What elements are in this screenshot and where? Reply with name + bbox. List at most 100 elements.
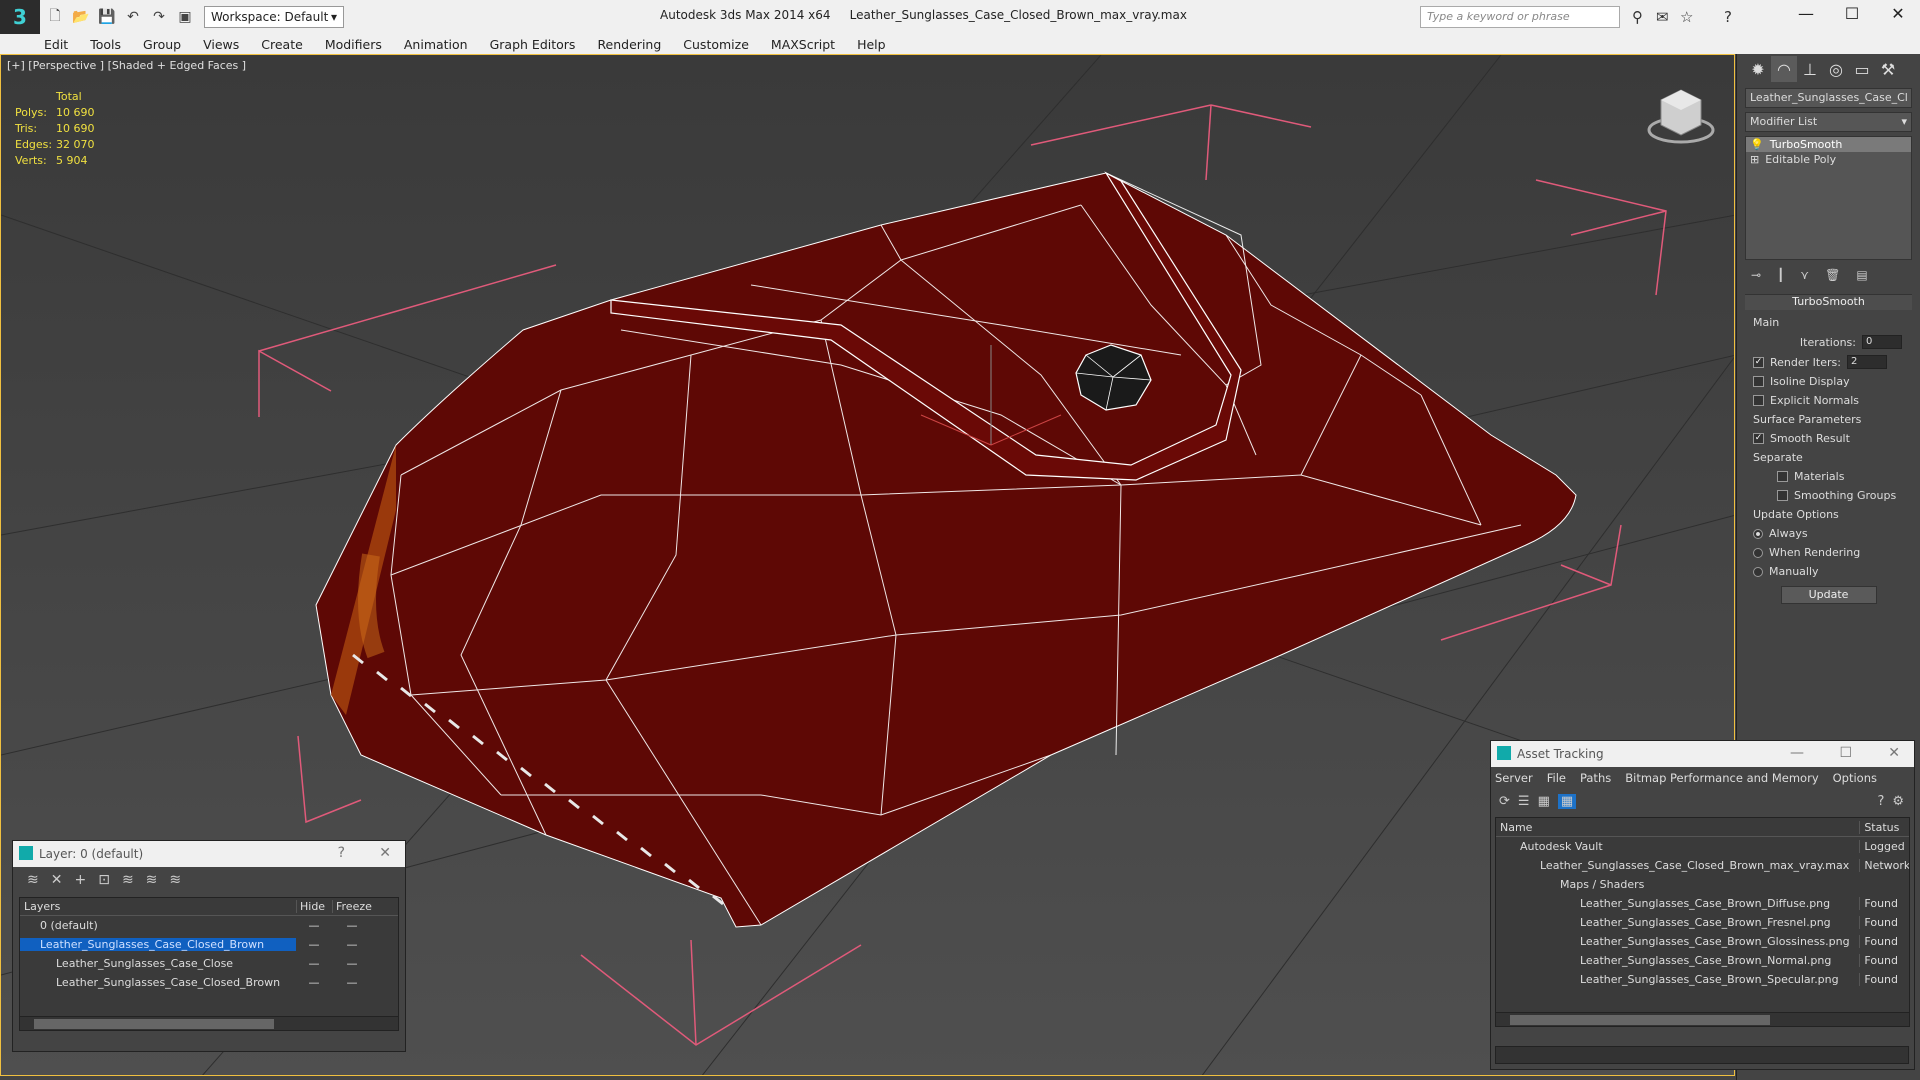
menu-customize[interactable]: Customize [683, 37, 749, 52]
freeze-toggle[interactable]: — [332, 919, 372, 932]
help-icon[interactable]: ? [338, 845, 345, 861]
hide-toggle[interactable]: — [296, 957, 332, 970]
asset-row[interactable]: Leather_Sunglasses_Case_Brown_Fresnel.pn… [1496, 913, 1909, 932]
help-icon[interactable]: ? [1724, 8, 1732, 26]
column-freeze[interactable]: Freeze [332, 900, 392, 913]
highlight-layer-icon[interactable]: ≋ [122, 872, 134, 888]
add-to-layer-icon[interactable]: + [74, 872, 86, 888]
motion-tab-icon[interactable]: ◎ [1823, 56, 1849, 82]
viewcube[interactable] [1647, 89, 1715, 144]
asset-row[interactable]: Maps / Shaders [1496, 875, 1909, 894]
new-file-icon[interactable]: 🗋 [44, 6, 66, 28]
menu-modifiers[interactable]: Modifiers [325, 37, 382, 52]
freeze-toggle[interactable]: — [332, 957, 372, 970]
close-icon[interactable]: ✕ [1878, 4, 1918, 23]
materials-checkbox[interactable] [1777, 471, 1788, 482]
column-status[interactable]: Status [1859, 820, 1909, 834]
grid-view-icon[interactable]: ▦ [1557, 793, 1577, 809]
save-file-icon[interactable]: 💾 [96, 6, 118, 28]
show-end-result-icon[interactable]: ┃ [1777, 268, 1784, 282]
menu-edit[interactable]: Edit [44, 37, 68, 52]
turbosmooth-rollout-title[interactable]: TurboSmooth [1745, 294, 1912, 310]
menu-group[interactable]: Group [143, 37, 181, 52]
binoculars-icon[interactable]: ⚲ [1632, 8, 1643, 26]
asset-menu-server[interactable]: Server [1495, 771, 1533, 785]
communication-center-icon[interactable]: ✉ [1656, 8, 1669, 26]
column-hide[interactable]: Hide [296, 900, 332, 913]
column-name[interactable]: Name [1496, 821, 1859, 834]
explicit-normals-checkbox[interactable] [1753, 395, 1764, 406]
smooth-result-checkbox[interactable]: ✓ [1753, 433, 1764, 444]
horizontal-scrollbar[interactable] [1496, 1012, 1909, 1026]
column-layers[interactable]: Layers [20, 900, 296, 913]
table-view-icon[interactable]: ▦ [1538, 794, 1550, 809]
sunglasses-case-model[interactable] [315, 171, 1577, 928]
lightbulb-icon[interactable]: 💡 [1750, 138, 1764, 151]
stack-item-turbosmooth[interactable]: 💡 TurboSmooth [1746, 137, 1911, 152]
scrollbar-thumb[interactable] [1510, 1015, 1770, 1025]
help-icon[interactable]: ? [1877, 794, 1884, 809]
select-objects-icon[interactable]: ⊡ [98, 872, 110, 888]
menu-create[interactable]: Create [261, 37, 303, 52]
remove-modifier-icon[interactable]: 🗑 [1825, 268, 1840, 282]
asset-row[interactable]: Leather_Sunglasses_Case_Brown_Normal.png… [1496, 951, 1909, 970]
hierarchy-tab-icon[interactable]: ⊥ [1797, 56, 1823, 82]
configure-sets-icon[interactable]: ▤ [1856, 268, 1867, 282]
asset-menu-file[interactable]: File [1547, 771, 1566, 785]
redo-icon[interactable]: ↷ [148, 6, 170, 28]
asset-row[interactable]: Leather_Sunglasses_Case_Brown_Specular.p… [1496, 970, 1909, 989]
object-name-field[interactable]: Leather_Sunglasses_Case_Cl [1745, 88, 1912, 108]
asset-menu-paths[interactable]: Paths [1580, 771, 1611, 785]
always-radio[interactable] [1753, 528, 1763, 539]
favorites-star-icon[interactable]: ☆ [1680, 8, 1693, 26]
delete-layer-icon[interactable]: ✕ [51, 872, 63, 888]
hide-all-icon[interactable]: ≋ [146, 872, 158, 888]
pin-stack-icon[interactable]: ⊸ [1751, 268, 1761, 282]
create-layer-icon[interactable]: ≋ [27, 872, 39, 888]
render-iters-spinner[interactable]: 2 [1846, 355, 1887, 369]
layer-row[interactable]: Leather_Sunglasses_Case_Close — — [20, 954, 398, 973]
asset-row[interactable]: Leather_Sunglasses_Case_Closed_Brown_max… [1496, 856, 1909, 875]
make-unique-icon[interactable]: ⋎ [1800, 268, 1809, 282]
app-logo-icon[interactable]: 3 [0, 0, 40, 34]
asset-dialog-titlebar[interactable]: Asset Tracking — ☐ ✕ [1491, 741, 1914, 767]
menu-tools[interactable]: Tools [90, 37, 121, 52]
utilities-tab-icon[interactable]: ⚒ [1875, 56, 1901, 82]
menu-help[interactable]: Help [857, 37, 886, 52]
workspace-dropdown[interactable]: Workspace: Default ▾ [204, 6, 344, 28]
undo-icon[interactable]: ↶ [122, 6, 144, 28]
freeze-all-icon[interactable]: ≋ [169, 872, 181, 888]
update-button[interactable]: Update [1780, 586, 1877, 604]
scrollbar-thumb[interactable] [34, 1019, 274, 1029]
asset-row[interactable]: Autodesk Vault Logged [1496, 837, 1909, 856]
asset-row[interactable]: Leather_Sunglasses_Case_Brown_Diffuse.pn… [1496, 894, 1909, 913]
layer-dialog-titlebar[interactable]: Layer: 0 (default) ? ✕ [13, 841, 405, 867]
open-file-icon[interactable]: 📂 [70, 6, 92, 28]
minimize-icon[interactable]: — [1790, 745, 1804, 761]
render-iters-checkbox[interactable]: ✓ [1753, 356, 1764, 368]
layer-row[interactable]: 0 (default) — — [20, 916, 398, 935]
freeze-toggle[interactable]: — [332, 976, 372, 989]
menu-rendering[interactable]: Rendering [597, 37, 661, 52]
horizontal-scrollbar[interactable] [20, 1016, 398, 1030]
asset-menu-options[interactable]: Options [1833, 771, 1877, 785]
iterations-spinner[interactable]: 0 [1862, 335, 1902, 349]
smoothing-groups-checkbox[interactable] [1777, 490, 1788, 501]
layer-row[interactable]: Leather_Sunglasses_Case_Closed_Brown — — [20, 935, 398, 954]
modifier-list-dropdown[interactable]: Modifier List ▾ [1745, 112, 1912, 132]
manually-radio[interactable] [1753, 566, 1763, 577]
freeze-toggle[interactable]: — [332, 938, 372, 951]
layer-row[interactable]: Leather_Sunglasses_Case_Closed_Brown — — [20, 973, 398, 992]
isoline-checkbox[interactable] [1753, 376, 1764, 387]
hide-toggle[interactable]: — [296, 976, 332, 989]
asset-row[interactable]: Leather_Sunglasses_Case_Brown_Glossiness… [1496, 932, 1909, 951]
maximize-icon[interactable]: ☐ [1839, 745, 1852, 761]
create-tab-icon[interactable]: ✹ [1745, 56, 1771, 82]
when-rendering-radio[interactable] [1753, 547, 1763, 558]
search-input[interactable]: Type a keyword or phrase [1420, 6, 1620, 28]
menu-animation[interactable]: Animation [404, 37, 468, 52]
maximize-icon[interactable]: ☐ [1832, 4, 1872, 23]
display-tab-icon[interactable]: ▭ [1849, 56, 1875, 82]
project-folder-icon[interactable]: ▣ [174, 6, 196, 28]
hide-toggle[interactable]: — [296, 919, 332, 932]
